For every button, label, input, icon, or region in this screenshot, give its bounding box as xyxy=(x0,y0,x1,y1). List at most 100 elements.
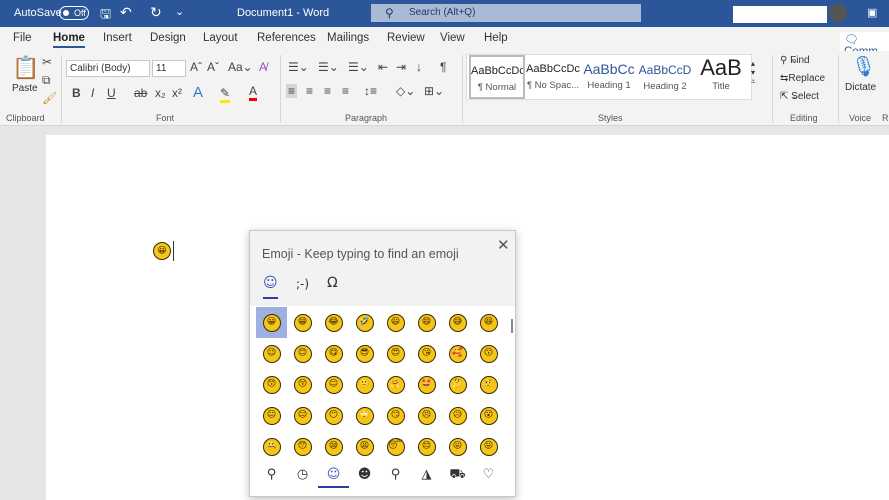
tab-symbols[interactable]: Ω xyxy=(327,275,338,291)
tab-view[interactable]: View xyxy=(440,32,465,44)
align-left-icon[interactable]: ≡ xyxy=(286,84,298,98)
tab-insert[interactable]: Insert xyxy=(103,32,132,44)
style-normal[interactable]: AaBbCcDc ¶ Normal xyxy=(469,55,525,99)
emoji-cell[interactable]: 🤣 xyxy=(349,307,380,338)
style-heading-1[interactable]: AaBbCc Heading 1 xyxy=(581,55,637,99)
tab-design[interactable]: Design xyxy=(150,32,186,44)
avatar[interactable] xyxy=(829,4,847,22)
change-case-icon[interactable]: Aa⌄ xyxy=(228,60,253,74)
borders-icon[interactable]: ⊞⌄ xyxy=(424,84,444,98)
close-icon[interactable]: ✕ xyxy=(497,236,510,254)
emoji-cell[interactable]: 😶 xyxy=(318,400,349,431)
emoji-cell[interactable]: 😀 xyxy=(256,307,287,338)
category-places-icon[interactable]: ⚲ xyxy=(380,467,411,482)
emoji-cell[interactable]: 😐 xyxy=(256,400,287,431)
text-effects-icon[interactable]: A xyxy=(193,84,203,101)
emoji-cell[interactable]: 😄 xyxy=(411,307,442,338)
emoji-cell[interactable]: 😎 xyxy=(349,338,380,369)
emoji-cell[interactable]: 🤔 xyxy=(442,369,473,400)
center-icon[interactable]: ≡ xyxy=(306,84,313,98)
category-heart-icon[interactable]: ♡ xyxy=(473,467,504,482)
emoji-cell[interactable]: 😗 xyxy=(473,338,504,369)
emoji-cell[interactable]: 😊 xyxy=(287,338,318,369)
tab-emoji[interactable]: ☺ xyxy=(263,275,278,299)
undo-icon[interactable]: ↶ xyxy=(120,4,132,21)
decrease-indent-icon[interactable]: ⇤ xyxy=(378,60,388,74)
emoji-cell[interactable]: 😪 xyxy=(318,431,349,462)
emoji-cell[interactable]: 🤩 xyxy=(411,369,442,400)
emoji-cell[interactable]: 😋 xyxy=(318,338,349,369)
emoji-cell[interactable]: 😫 xyxy=(349,431,380,462)
style-no-spacing[interactable]: AaBbCcDc ¶ No Spac... xyxy=(525,55,581,99)
emoji-cell[interactable]: 🤗 xyxy=(380,369,411,400)
cut-icon[interactable]: ✂ xyxy=(42,55,52,69)
paste-button[interactable]: Paste xyxy=(12,83,38,94)
underline-icon[interactable]: U xyxy=(107,86,116,100)
format-painter-icon[interactable]: 🖌 xyxy=(42,91,57,105)
ribbon-display-icon[interactable]: ▣ xyxy=(867,6,877,19)
strikethrough-icon[interactable]: ab xyxy=(134,86,147,100)
tab-layout[interactable]: Layout xyxy=(203,32,238,44)
tab-review[interactable]: Review xyxy=(387,32,425,44)
copy-icon[interactable]: ⧉ xyxy=(42,73,51,88)
bold-icon[interactable]: B xyxy=(72,86,81,100)
emoji-cell[interactable]: 🤨 xyxy=(473,369,504,400)
tab-mailings[interactable]: Mailings xyxy=(327,32,369,44)
category-smileys-icon[interactable]: ☺ xyxy=(318,467,349,488)
highlight-icon[interactable]: ✎ xyxy=(220,86,231,103)
autosave-toggle[interactable]: Off xyxy=(59,6,89,20)
dictate-button[interactable]: Dictate xyxy=(845,82,876,93)
style-heading-2[interactable]: AaBbCcD Heading 2 xyxy=(637,55,693,99)
emoji-cell[interactable]: 😅 xyxy=(442,307,473,338)
increase-indent-icon[interactable]: ⇥ xyxy=(396,60,406,74)
category-food-icon[interactable]: ◮ xyxy=(411,467,442,482)
font-name-select[interactable]: Calibri (Body) xyxy=(66,60,150,77)
category-people-icon[interactable]: ☻ xyxy=(349,467,380,482)
sort-icon[interactable]: ↓ xyxy=(416,60,422,74)
emoji-cell[interactable]: 😴 xyxy=(380,431,411,462)
emoji-cell[interactable]: 😍 xyxy=(380,338,411,369)
emoji-cell[interactable]: 😛 xyxy=(442,431,473,462)
style-title[interactable]: AaB Title xyxy=(693,55,749,99)
emoji-cell[interactable]: 😮 xyxy=(473,400,504,431)
emoji-cell[interactable]: 🙂 xyxy=(349,369,380,400)
tab-file[interactable]: File xyxy=(13,32,32,44)
justify-icon[interactable]: ≡ xyxy=(342,84,349,98)
scrollbar[interactable] xyxy=(511,319,513,333)
clear-formatting-icon[interactable]: A̸ xyxy=(259,60,267,74)
emoji-cell[interactable]: 😣 xyxy=(411,400,442,431)
emoji-cell[interactable]: 😉 xyxy=(256,338,287,369)
emoji-cell[interactable]: 🙄 xyxy=(349,400,380,431)
italic-icon[interactable]: I xyxy=(91,86,94,100)
redo-icon[interactable]: ↻ xyxy=(150,4,162,21)
shading-icon[interactable]: ◇⌄ xyxy=(396,84,415,98)
tab-home[interactable]: Home xyxy=(53,32,85,48)
category-search-icon[interactable]: ⚲ xyxy=(256,467,287,482)
emoji-cell[interactable]: 😃 xyxy=(380,307,411,338)
emoji-cell[interactable]: 😘 xyxy=(411,338,442,369)
line-spacing-icon[interactable]: ↕≡ xyxy=(364,84,377,98)
multilevel-list-icon[interactable]: ☰⌄ xyxy=(348,60,369,74)
tab-kaomoji[interactable]: ;-) xyxy=(296,277,309,291)
superscript-icon[interactable]: x² xyxy=(172,86,182,100)
emoji-cell[interactable]: ☺ xyxy=(318,369,349,400)
grow-font-icon[interactable]: Aˆ xyxy=(190,60,202,74)
emoji-cell[interactable]: 😑 xyxy=(287,400,318,431)
search-input[interactable]: ⚲ Search (Alt+Q) xyxy=(371,4,641,22)
customize-toolbar-icon[interactable]: ⌄ xyxy=(175,5,184,18)
emoji-cell[interactable]: 😥 xyxy=(442,400,473,431)
align-right-icon[interactable]: ≡ xyxy=(324,84,331,98)
subscript-icon[interactable]: x₂ xyxy=(155,86,166,100)
select-button[interactable]: ⇱ Select ⌄ xyxy=(780,91,819,102)
bullets-icon[interactable]: ☰⌄ xyxy=(288,60,309,74)
microphone-icon[interactable]: 🎙 xyxy=(851,54,876,79)
tab-help[interactable]: Help xyxy=(484,32,508,44)
category-recent-icon[interactable]: ◷ xyxy=(287,467,318,482)
show-formatting-icon[interactable]: ¶ xyxy=(440,60,446,74)
emoji-cell[interactable]: 😙 xyxy=(256,369,287,400)
emoji-cell[interactable]: 😌 xyxy=(411,431,442,462)
tab-references[interactable]: References xyxy=(257,32,316,44)
save-icon[interactable]: 🖫 xyxy=(100,5,111,27)
font-size-select[interactable]: 11 xyxy=(152,60,186,77)
paste-icon[interactable]: 📋 xyxy=(12,55,39,81)
